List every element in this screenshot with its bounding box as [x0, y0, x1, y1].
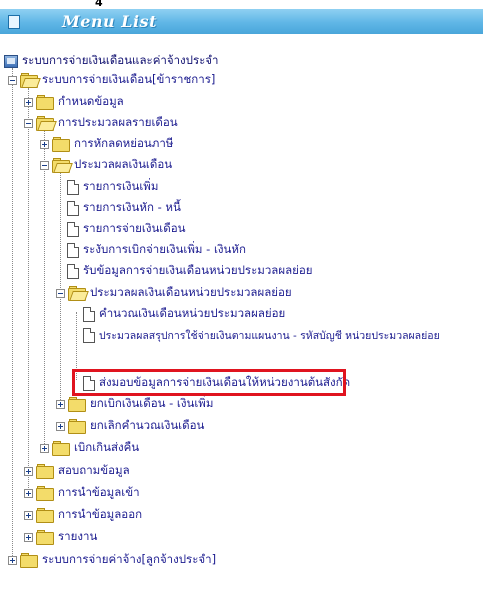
- menu-tree: ระบบการจ่ายเงินเดือนและค่าจ้างประจำ ระบบ…: [0, 0, 483, 601]
- tree-item-deliver-to-parent-agency[interactable]: ส่งมอบข้อมูลการจ่ายเงินเดือนให้หน่วยงานต…: [82, 373, 350, 393]
- tree-item-process-salary[interactable]: ประมวลผลเงินเดือน: [40, 155, 172, 175]
- folder-icon: [36, 464, 54, 479]
- tree-item-suspend-disbursement[interactable]: ระงับการเบิกจ่ายเงินเพิ่ม - เงินหัก: [66, 240, 246, 260]
- tree-item-salary-system[interactable]: ระบบการจ่ายเงินเดือน[ข้าราชการ]: [8, 70, 215, 90]
- tree-item-label: ระงับการเบิกจ่ายเงินเพิ่ม - เงินหัก: [83, 242, 246, 256]
- tree-item-inquiry[interactable]: สอบถามข้อมูล: [24, 461, 130, 481]
- collapse-toggle-icon[interactable]: [40, 160, 49, 170]
- tree-item-sub-unit-processing[interactable]: ประมวลผลเงินเดือนหน่วยประมวลผลย่อย: [56, 283, 292, 303]
- computer-icon: [4, 54, 18, 68]
- tree-item-label: กำหนดข้อมูล: [58, 94, 124, 108]
- document-icon: [67, 179, 79, 195]
- tree-item-import-data[interactable]: การนำข้อมูลเข้า: [24, 483, 140, 503]
- tree-item-label: ประมวลผลสรุปการใช้จ่ายเงินตามแผนงาน - รห…: [99, 329, 440, 342]
- expand-toggle-icon[interactable]: [24, 488, 33, 498]
- tree-item-extra-pay[interactable]: รายการเงินเพิ่ม: [66, 177, 158, 197]
- tree-item-define-data[interactable]: กำหนดข้อมูล: [24, 92, 124, 112]
- folder-icon: [20, 553, 38, 568]
- tree-item-tax-deduction[interactable]: การหักลดหย่อนภาษี: [40, 134, 173, 154]
- open-folder-icon: [36, 116, 57, 131]
- tree-item-label: คำนวณเงินเดือนหน่วยประมวลผลย่อย: [99, 306, 286, 320]
- expand-toggle-icon[interactable]: [40, 443, 49, 453]
- folder-icon: [52, 441, 70, 456]
- tree-item-export-data[interactable]: การนำข้อมูลออก: [24, 505, 142, 525]
- tree-item-label: ยกเลิกคำนวณเงินเดือน: [90, 418, 205, 432]
- tree-guide-line: [44, 130, 45, 448]
- tree-item-label: การนำข้อมูลเข้า: [58, 485, 140, 499]
- folder-icon: [52, 137, 70, 152]
- tree-item-overpayment-return[interactable]: เบิกเกินส่งคืน: [40, 438, 139, 458]
- tree-item-label: ยกเบิกเงินเดือน - เงินเพิ่ม: [90, 396, 214, 410]
- collapse-toggle-icon[interactable]: [8, 75, 17, 85]
- expand-toggle-icon[interactable]: [24, 532, 33, 542]
- tree-item-salary-payments[interactable]: รายการจ่ายเงินเดือน: [66, 219, 185, 239]
- tree-item-deductions-debt[interactable]: รายการเงินหัก - หนี้: [66, 198, 181, 218]
- expand-toggle-icon[interactable]: [56, 399, 65, 409]
- tree-item-reports[interactable]: รายงาน: [24, 527, 97, 547]
- document-icon: [83, 306, 95, 322]
- document-icon: [83, 375, 95, 391]
- tree-guide-line: [12, 68, 13, 560]
- tree-item-cancel-calculation[interactable]: ยกเลิกคำนวณเงินเดือน: [56, 416, 204, 436]
- tree-item-label: ประมวลผลเงินเดือนหน่วยประมวลผลย่อย: [90, 285, 292, 299]
- folder-icon: [68, 419, 86, 434]
- tree-item-label: การหักลดหย่อนภาษี: [74, 136, 174, 150]
- tree-item-label: การประมวลผลรายเดือน: [58, 115, 178, 129]
- folder-icon: [36, 95, 54, 110]
- open-folder-icon: [68, 286, 89, 301]
- tree-item-calc-sub-unit-salary[interactable]: คำนวณเงินเดือนหน่วยประมวลผลย่อย: [82, 304, 285, 324]
- folder-icon: [36, 508, 54, 523]
- document-icon: [67, 221, 79, 237]
- tree-item-label: ระบบการจ่ายค่าจ้าง[ลูกจ้างประจำ]: [42, 552, 217, 566]
- tree-item-wage-system[interactable]: ระบบการจ่ายค่าจ้าง[ลูกจ้างประจำ]: [8, 550, 216, 570]
- folder-icon: [36, 486, 54, 501]
- tree-item-monthly-processing[interactable]: การประมวลผลรายเดือน: [24, 113, 178, 133]
- tree-item-label: รับข้อมูลการจ่ายเงินเดือนหน่วยประมวลผลย่…: [83, 263, 313, 277]
- expand-toggle-icon[interactable]: [8, 555, 17, 565]
- document-icon: [67, 263, 79, 279]
- open-folder-icon: [20, 73, 41, 88]
- tree-guide-line: [76, 312, 77, 380]
- tree-item-label: รายการจ่ายเงินเดือน: [83, 221, 186, 235]
- expand-toggle-icon[interactable]: [56, 421, 65, 431]
- collapse-toggle-icon[interactable]: [56, 288, 65, 298]
- collapse-toggle-icon[interactable]: [24, 118, 33, 128]
- expand-toggle-icon[interactable]: [24, 97, 33, 107]
- expand-toggle-icon[interactable]: [24, 466, 33, 476]
- tree-item-summary-by-plan[interactable]: ประมวลผลสรุปการใช้จ่ายเงินตามแผนงาน - รห…: [82, 325, 440, 345]
- tree-item-label: ส่งมอบข้อมูลการจ่ายเงินเดือนให้หน่วยงานต…: [99, 375, 351, 389]
- tree-root-label: ระบบการจ่ายเงินเดือนและค่าจ้างประจำ: [22, 53, 219, 67]
- tree-root[interactable]: ระบบการจ่ายเงินเดือนและค่าจ้างประจำ: [4, 51, 219, 71]
- tree-item-label: ประมวลผลเงินเดือน: [74, 157, 173, 171]
- document-icon: [83, 327, 95, 343]
- tree-guide-line: [28, 88, 29, 492]
- tree-item-label: รายงาน: [58, 529, 98, 543]
- tree-item-label: รายการเงินหัก - หนี้: [83, 200, 181, 214]
- document-icon: [67, 242, 79, 258]
- expand-toggle-icon[interactable]: [24, 510, 33, 520]
- tree-item-label: รายการเงินเพิ่ม: [83, 179, 159, 193]
- tree-item-label: ระบบการจ่ายเงินเดือน[ข้าราชการ]: [42, 72, 216, 86]
- document-icon: [67, 200, 79, 216]
- expand-toggle-icon[interactable]: [40, 139, 49, 149]
- open-folder-icon: [52, 158, 73, 173]
- tree-item-label: การนำข้อมูลออก: [58, 507, 143, 521]
- tree-item-cancel-disbursement[interactable]: ยกเบิกเงินเดือน - เงินเพิ่ม: [56, 394, 213, 414]
- folder-icon: [68, 397, 86, 412]
- folder-icon: [36, 530, 54, 545]
- tree-item-label: สอบถามข้อมูล: [58, 463, 130, 477]
- tree-item-receive-sub-unit-data[interactable]: รับข้อมูลการจ่ายเงินเดือนหน่วยประมวลผลย่…: [66, 261, 313, 281]
- tree-item-label: เบิกเกินส่งคืน: [74, 440, 140, 454]
